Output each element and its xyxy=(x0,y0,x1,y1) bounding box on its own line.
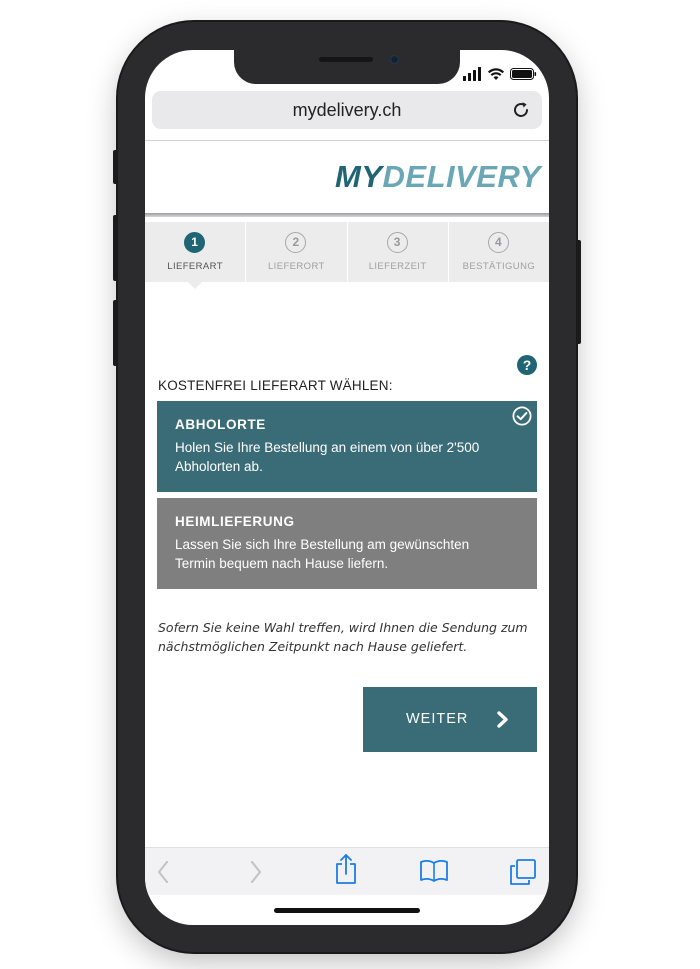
step-number-badge: 4 xyxy=(487,232,509,253)
step-bestaetigung[interactable]: 4 BESTÄTIGUNG xyxy=(449,222,549,282)
option-abholorte[interactable]: ABHOLORTE Holen Sie Ihre Bestellung an e… xyxy=(157,401,537,492)
check-circle-icon xyxy=(512,406,532,426)
step-lieferort[interactable]: 2 LIEFERORT xyxy=(246,222,348,282)
home-indicator xyxy=(274,908,420,913)
step-number-badge: 1 xyxy=(184,232,206,253)
option-description: Holen Sie Ihre Bestellung an einem von ü… xyxy=(175,440,480,474)
delivery-note: Sofern Sie keine Wahl treffen, wird Ihne… xyxy=(158,620,528,654)
option-title: ABHOLORTE xyxy=(175,417,266,432)
logo-part-my: MY xyxy=(335,159,383,194)
help-icon[interactable]: ? xyxy=(517,355,537,375)
step-lieferzeit[interactable]: 3 LIEFERZEIT xyxy=(348,222,449,282)
step-label: LIEFERZEIT xyxy=(368,261,427,272)
battery-icon xyxy=(510,68,537,80)
speaker-grille xyxy=(319,57,373,62)
step-number-badge: 3 xyxy=(386,232,408,253)
active-step-pointer xyxy=(188,282,203,289)
reload-icon[interactable] xyxy=(512,101,530,119)
step-label: BESTÄTIGUNG xyxy=(462,261,536,272)
next-button[interactable]: WEITER xyxy=(363,687,537,752)
phone-screen: mydelivery.ch MYDELIVERY 1 LIEFERART 2 L… xyxy=(145,50,549,925)
browser-toolbar xyxy=(145,847,549,895)
step-label: LIEFERART xyxy=(167,261,223,272)
device-stage: mydelivery.ch MYDELIVERY 1 LIEFERART 2 L… xyxy=(0,0,700,969)
step-lieferart[interactable]: 1 LIEFERART xyxy=(145,222,247,289)
option-heimlieferung[interactable]: HEIMLIEFERUNG Lassen Sie sich Ihre Beste… xyxy=(157,498,537,589)
chevron-left-icon[interactable] xyxy=(156,860,170,884)
front-camera xyxy=(390,55,399,64)
address-bar[interactable]: mydelivery.ch xyxy=(152,91,542,129)
signal-icon xyxy=(463,67,481,81)
step-label: LIEFERORT xyxy=(268,261,325,272)
chevron-right-icon[interactable] xyxy=(249,860,263,884)
option-title: HEIMLIEFERUNG xyxy=(175,514,295,529)
url-text: mydelivery.ch xyxy=(292,100,402,120)
chevron-right-icon xyxy=(497,711,508,728)
brand-logo[interactable]: MYDELIVERY xyxy=(335,159,541,195)
site-header: MYDELIVERY xyxy=(145,141,549,213)
section-label: KOSTENFREI LIEFERART WÄHLEN: xyxy=(158,378,393,393)
option-description: Lassen Sie sich Ihre Bestellung am gewün… xyxy=(175,537,470,571)
book-icon[interactable] xyxy=(419,859,449,883)
header-rule xyxy=(145,213,549,217)
share-icon[interactable] xyxy=(334,853,358,885)
next-button-label: WEITER xyxy=(406,711,469,727)
phone-notch xyxy=(234,50,460,84)
step-number-badge: 2 xyxy=(285,232,307,253)
logo-part-delivery: DELIVERY xyxy=(382,159,541,194)
status-bar-icons xyxy=(463,67,537,81)
wifi-icon xyxy=(488,68,504,80)
progress-steps: 1 LIEFERART 2 LIEFERORT 3 LIEFERZEIT 4 B… xyxy=(145,222,549,289)
tabs-icon[interactable] xyxy=(509,858,537,886)
